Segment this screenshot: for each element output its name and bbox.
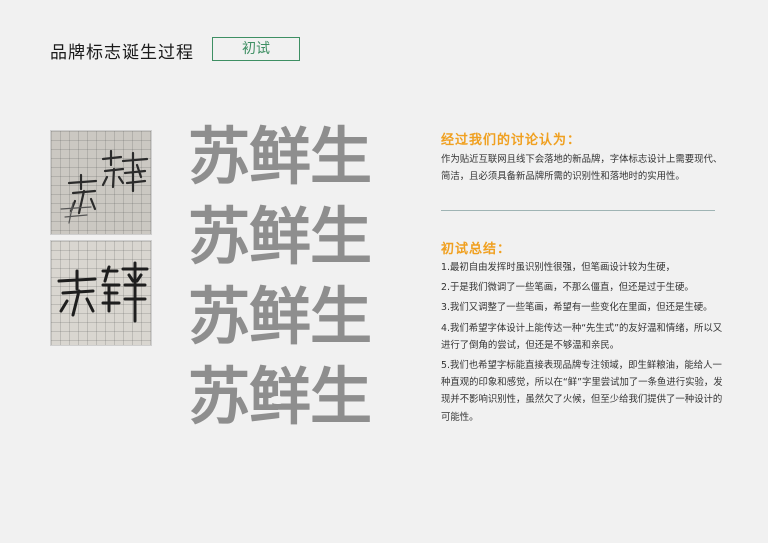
discussion-text: 作为贴近互联网且线下会落地的新品牌，字体标志设计上需要现代、简洁，且必须具备新品… (441, 154, 723, 183)
discussion-body: 作为贴近互联网且线下会落地的新品牌，字体标志设计上需要现代、简洁，且必须具备新品… (441, 151, 723, 188)
discussion-heading: 经过我们的讨论认为： (441, 133, 582, 148)
sketch-drawing-2 (57, 261, 149, 323)
section-divider (441, 210, 715, 211)
logo-iteration-2: 苏鲜生 (188, 200, 372, 273)
summary-item-2: 2.于是我们微调了一些笔画，不那么僵直，但还是过于生硬。 (441, 282, 694, 294)
sketch-drawing-1 (60, 149, 149, 224)
sketch-photo-2 (50, 240, 152, 346)
logo-iteration-4: 苏鲜生 (188, 364, 393, 430)
summary-heading: 初试总结： (441, 242, 512, 257)
stage-badge: 初试 (212, 37, 300, 61)
summary-item-5: 5.我们也希望字标能直接表现品牌专注领域，即生鲜粮油，能给人一种直观的印象和感觉… (441, 360, 723, 423)
fish-icon (270, 396, 284, 404)
summary-list: 1.最初自由发挥时虽识别性很强，但笔画设计较为生硬， 2.于是我们微调了一些笔画… (441, 259, 723, 429)
summary-item-3: 3.我们又调整了一些笔画，希望有一些变化在里面，但还是生硬。 (441, 302, 713, 314)
summary-item-4: 4.我们希望字体设计上能传达一种“先生式”的友好温和情绪，所以又进行了倒角的尝试… (441, 322, 723, 351)
summary-item-1: 1.最初自由发挥时虽识别性很强，但笔画设计较为生硬， (441, 262, 675, 273)
page-title: 品牌标志诞生过程 (50, 43, 194, 63)
logo-iteration-1: 苏鲜生 (188, 120, 372, 193)
logo-iteration-3: 苏鲜生 (188, 280, 372, 353)
sketch-photo-1 (50, 130, 152, 235)
